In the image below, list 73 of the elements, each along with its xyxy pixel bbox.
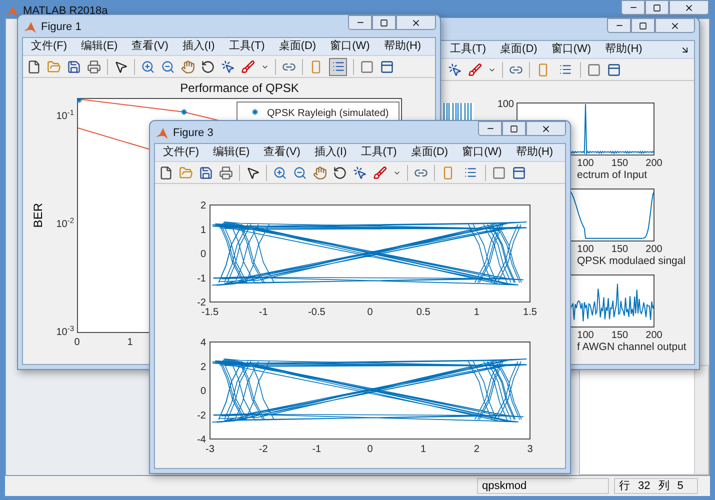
tick-label: -3 (206, 444, 214, 455)
menu-item[interactable]: 窗口(W) (460, 144, 504, 161)
window-title: Figure 1 (41, 20, 82, 35)
tick-label: -2 (197, 410, 206, 422)
menu-item[interactable]: 查看(V) (262, 144, 302, 161)
axis-label: ectrum of Input (577, 169, 648, 181)
menu-item[interactable]: 插入(I) (312, 144, 349, 161)
tick-label: 0.5 (416, 307, 430, 318)
tick-label: 100 (577, 158, 594, 169)
window-title: Figure 3 (173, 126, 214, 141)
menu-item[interactable]: 编辑(E) (211, 144, 252, 161)
tick-label: -1 (258, 307, 268, 318)
tick-label: 200 (646, 244, 662, 255)
tick-label: -4 (197, 434, 206, 446)
tick-label: 0 (73, 336, 81, 350)
tick-label: 3 (527, 444, 533, 455)
tick-label: 10$^{-3}$ (56, 326, 74, 340)
status-file: qpskmod (477, 478, 609, 494)
window-title: MATLAB R2018a (23, 4, 108, 19)
tick-label: 100 (577, 330, 594, 341)
row-value: 32 (638, 478, 650, 494)
plot-title: Performance of QPSK (179, 80, 300, 97)
tick-label: 0 (367, 307, 373, 318)
tick-label: 1 (126, 336, 134, 350)
tick-label: 150 (611, 244, 628, 255)
tick-label: 1.5 (523, 307, 537, 318)
tick-label: 1 (200, 224, 206, 236)
tick-label: 1 (474, 307, 480, 318)
tick-label: 100 (497, 99, 514, 110)
menu-item[interactable]: 插入(I) (180, 38, 217, 55)
menu-item[interactable]: 工具(T) (448, 41, 488, 58)
menu-item[interactable]: 帮助(H) (514, 144, 556, 161)
tick-label: 2 (474, 444, 480, 455)
tick-label: 100 (577, 244, 594, 255)
axis-label: f AWGN channel output (577, 341, 686, 353)
menu-item[interactable]: 工具(T) (358, 144, 399, 161)
tick-label: -1 (312, 444, 322, 455)
menu-item[interactable]: 编辑(E) (79, 38, 120, 55)
tick-label: 2 (200, 200, 206, 212)
menu-item[interactable]: 帮助(H) (382, 38, 424, 55)
tick-label: 0 (200, 386, 206, 397)
menu-item[interactable]: 窗口(W) (328, 38, 372, 55)
menu-item[interactable]: 桌面(D) (276, 38, 318, 55)
tick-label: 0 (367, 444, 373, 455)
tick-label: -1.5 (201, 307, 219, 318)
tick-label: 10$^{-1}$ (56, 110, 74, 124)
tick-label: -2 (258, 444, 268, 455)
tick-label: -1 (197, 273, 206, 284)
menu-item[interactable]: 工具(T) (226, 38, 267, 55)
tick-label: 150 (611, 330, 628, 341)
tick-label: 0 (200, 249, 206, 260)
tick-label: -2 (197, 298, 206, 308)
menu-item[interactable]: 桌面(D) (498, 41, 540, 58)
tick-label: 200 (646, 330, 662, 341)
tick-label: 1 (420, 444, 426, 455)
axis-label: BER (30, 203, 46, 228)
axis-label: QPSK modulaed singal (577, 255, 686, 267)
column-label: 列 (658, 478, 670, 494)
menu-item[interactable]: 查看(V) (130, 38, 170, 55)
menu-item[interactable]: 帮助(H) (603, 41, 644, 58)
tick-label: 2 (200, 362, 206, 373)
column-value: 5 (677, 478, 684, 494)
tick-label: 4 (200, 338, 206, 348)
menu-item[interactable]: 文件(F) (29, 38, 70, 55)
tick-label: 150 (611, 158, 628, 169)
menu-item[interactable]: 窗口(W) (549, 41, 594, 58)
menu-item[interactable]: 桌面(D) (408, 144, 450, 161)
tick-label: -0.5 (308, 307, 326, 318)
tick-label: 200 (646, 158, 662, 169)
tick-label: 10$^{-2}$ (56, 218, 74, 232)
menu-item[interactable]: 文件(F) (161, 144, 202, 161)
row-label: 行 (619, 478, 630, 494)
legend-label: QPSK Rayleigh (simulated) (267, 108, 389, 119)
